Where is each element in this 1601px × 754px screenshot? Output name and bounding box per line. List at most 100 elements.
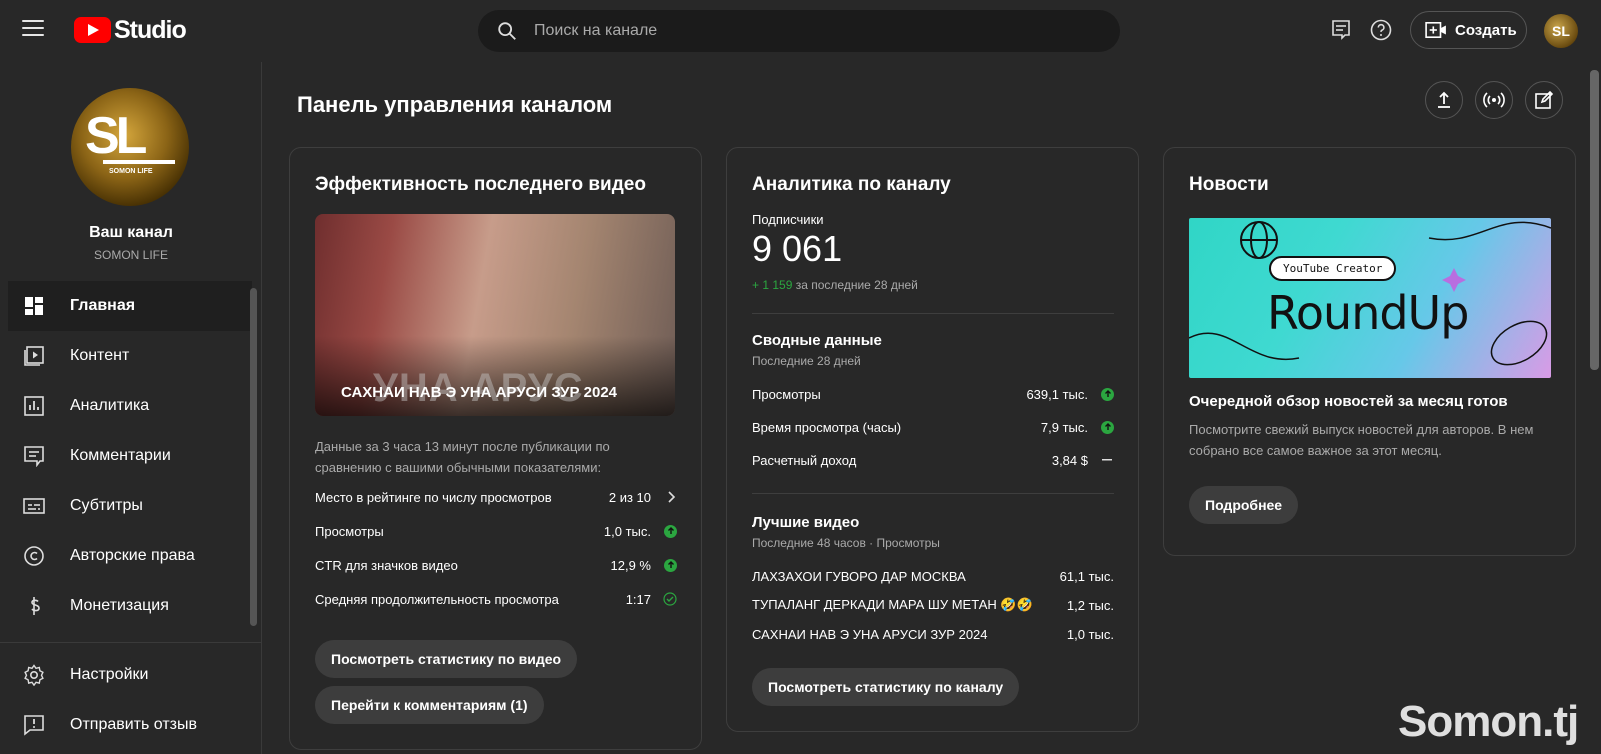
sidebar-item-subtitles[interactable]: Субтитры (0, 481, 262, 531)
divider (752, 493, 1114, 494)
sidebar-item-content[interactable]: Контент (0, 331, 262, 381)
channel-analytics-card: Аналитика по каналу Подписчики 9 061 + 1… (726, 147, 1139, 732)
menu-icon[interactable] (22, 20, 44, 38)
channel-title: Ваш канал (89, 224, 173, 241)
check-circle-icon (663, 592, 677, 606)
top-video-row[interactable]: ЛАХЗАХОИ ГУВОРО ДАР МОСКВА 61,1 тыс. (752, 564, 1114, 588)
top-video-row[interactable]: ТУПАЛАНГ ДЕРКАДИ МАРА ШУ МЕТАН 🤣🤣 1,2 ты… (752, 593, 1114, 617)
news-body: Посмотрите свежий выпуск новостей для ав… (1189, 422, 1534, 458)
news-title: Новости (1189, 174, 1269, 195)
create-label: Создать (1455, 21, 1517, 39)
subscribers-label: Подписчики (752, 212, 824, 227)
trend-up-icon (1101, 387, 1114, 401)
news-headline: Очередной обзор новостей за месяц готов (1189, 393, 1508, 410)
sidebar-scrollbar[interactable] (250, 288, 257, 626)
create-post-button[interactable] (1525, 81, 1563, 119)
sidebar-item-copyright[interactable]: Авторские права (0, 531, 262, 581)
comparison-description: Данные за 3 часа 13 минут после публикац… (315, 439, 610, 475)
sidebar: SL SOMON LIFE Ваш канал SOMON LIFE Главн… (0, 62, 262, 754)
summary-row-revenue: Расчетный доход 3,84 $ (752, 448, 1114, 472)
learn-more-button[interactable]: Подробнее (1189, 486, 1299, 524)
stat-row-rank[interactable]: Место в рейтинге по числу просмотров 2 и… (315, 485, 677, 509)
news-card: Новости YouTube Creator RoundUp Очередно… (1163, 147, 1576, 556)
top-video-views: 61,1 тыс. (1059, 568, 1114, 584)
summary-label: Время просмотра (часы) (752, 419, 902, 435)
search-icon[interactable] (496, 20, 518, 42)
main-scrollbar[interactable] (1590, 70, 1599, 370)
sidebar-item-feedback[interactable]: Отправить отзыв (0, 700, 262, 750)
top-video-views: 1,0 тыс. (1066, 626, 1114, 642)
avatar-letters: SL (85, 107, 147, 165)
stat-value: 1,0 тыс. (603, 523, 651, 539)
sidebar-item-label: Настройки (70, 666, 149, 683)
sidebar-divider (0, 642, 262, 643)
sidebar-item-label: Главная (70, 297, 136, 314)
feedback-icon (22, 713, 46, 737)
thumbnail-title: САХНАИ НАВ Э УНА АРУСИ ЗУР 2024 (341, 384, 618, 401)
sidebar-item-comments[interactable]: Комментарии (0, 431, 262, 481)
stat-value: 2 из 10 (608, 489, 651, 505)
top-video-title: САХНАИ НАВ Э УНА АРУСИ ЗУР 2024 (752, 626, 988, 642)
messages-icon[interactable] (1329, 18, 1353, 42)
news-banner-pill: YouTube Creator (1269, 256, 1397, 281)
analytics-title: Аналитика по каналу (752, 174, 951, 195)
stat-label: Средняя продолжительность просмотра (315, 591, 559, 607)
trend-up-icon (664, 558, 677, 572)
channel-avatar[interactable]: SL SOMON LIFE (71, 88, 189, 206)
go-to-comments-button[interactable]: Перейти к комментариям (1) (315, 686, 544, 724)
account-avatar[interactable]: SL (1544, 14, 1578, 48)
summary-title: Сводные данные (752, 332, 882, 349)
top-videos-period: Последние 48 часов · Просмотры (752, 536, 940, 550)
summary-period: Последние 28 дней (752, 354, 861, 368)
avatar-underline (103, 160, 175, 164)
live-broadcast-icon (1483, 92, 1505, 108)
video-stats-button[interactable]: Посмотреть статистику по видео (315, 640, 578, 678)
upload-icon (1438, 91, 1450, 108)
sidebar-item-monetization[interactable]: Монетизация (0, 581, 262, 631)
create-video-icon (1425, 21, 1446, 39)
video-thumbnail[interactable]: УНА АРУС САХНАИ НАВ Э УНА АРУСИ ЗУР 2024 (315, 214, 675, 416)
subscribers-value: 9 061 (752, 228, 843, 269)
summary-label: Просмотры (752, 386, 821, 402)
subtitles-icon (22, 494, 46, 518)
stat-row-views: Просмотры 1,0 тыс. (315, 519, 677, 543)
sidebar-item-label: Субтитры (70, 497, 143, 514)
summary-value: 3,84 $ (1051, 452, 1088, 468)
studio-logo[interactable]: Studio (74, 16, 187, 44)
avatar-name: SOMON LIFE (109, 168, 153, 175)
channel-stats-button[interactable]: Посмотреть статистику по каналу (752, 668, 1020, 706)
sidebar-item-analytics[interactable]: Аналитика (0, 381, 262, 431)
content-icon (22, 344, 46, 368)
sidebar-item-label: Контент (70, 347, 130, 364)
channel-handle: SOMON LIFE (93, 248, 168, 262)
trend-up-icon (664, 524, 677, 538)
avatar-initials: SL (1552, 23, 1570, 39)
summary-label: Расчетный доход (752, 452, 857, 468)
create-button[interactable]: Создать (1410, 11, 1527, 49)
chevron-right-icon (668, 491, 676, 503)
sidebar-item-dashboard[interactable]: Главная (8, 281, 252, 331)
search-input[interactable] (534, 22, 1074, 40)
upload-button[interactable] (1425, 81, 1463, 119)
sidebar-nav: Главная Контент Аналитика Комментарии Су… (0, 281, 262, 631)
go-live-button[interactable] (1475, 81, 1513, 119)
help-icon[interactable] (1369, 18, 1393, 42)
sidebar-bottom-nav: Настройки Отправить отзыв (0, 650, 262, 750)
news-banner-image[interactable]: YouTube Creator RoundUp (1189, 218, 1551, 378)
subscribers-period: за последние 28 дней (795, 278, 918, 292)
top-video-row[interactable]: САХНАИ НАВ Э УНА АРУСИ ЗУР 2024 1,0 тыс. (752, 622, 1114, 646)
sidebar-item-label: Авторские права (70, 547, 195, 564)
search-bar[interactable] (478, 10, 1120, 52)
top-video-views: 1,2 тыс. (1066, 597, 1114, 613)
latest-video-title: Эффективность последнего видео (315, 174, 646, 195)
sidebar-item-label: Отправить отзыв (70, 716, 197, 733)
watermark: Somon.tj (1398, 697, 1579, 746)
top-video-title: ЛАХЗАХОИ ГУВОРО ДАР МОСКВА (752, 568, 966, 584)
edit-icon (1535, 90, 1554, 109)
no-change-dash-icon (1102, 459, 1112, 461)
stat-label: Просмотры (315, 523, 384, 539)
sidebar-item-label: Монетизация (70, 597, 169, 614)
subscribers-change: + 1 159 за последние 28 дней (752, 278, 918, 292)
sidebar-item-settings[interactable]: Настройки (0, 650, 262, 700)
trend-up-icon (1101, 420, 1114, 434)
